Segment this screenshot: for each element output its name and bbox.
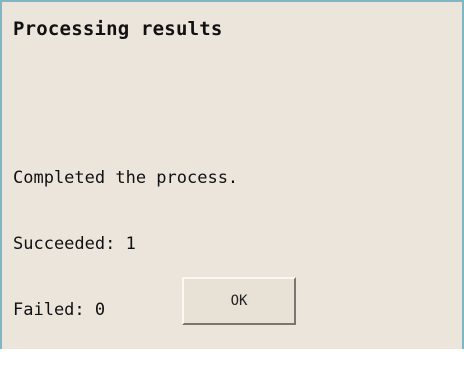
dialog-title: Processing results bbox=[13, 18, 223, 40]
ok-button-label: OK bbox=[230, 293, 248, 309]
completion-message: Completed the process. bbox=[13, 168, 239, 188]
result-message: Completed the process. Succeeded: 1 Fail… bbox=[13, 123, 238, 365]
ok-button[interactable]: OK bbox=[182, 277, 296, 325]
processing-results-dialog: Processing results Completed the process… bbox=[0, 0, 464, 349]
succeeded-count: Succeeded: 1 bbox=[13, 234, 136, 254]
